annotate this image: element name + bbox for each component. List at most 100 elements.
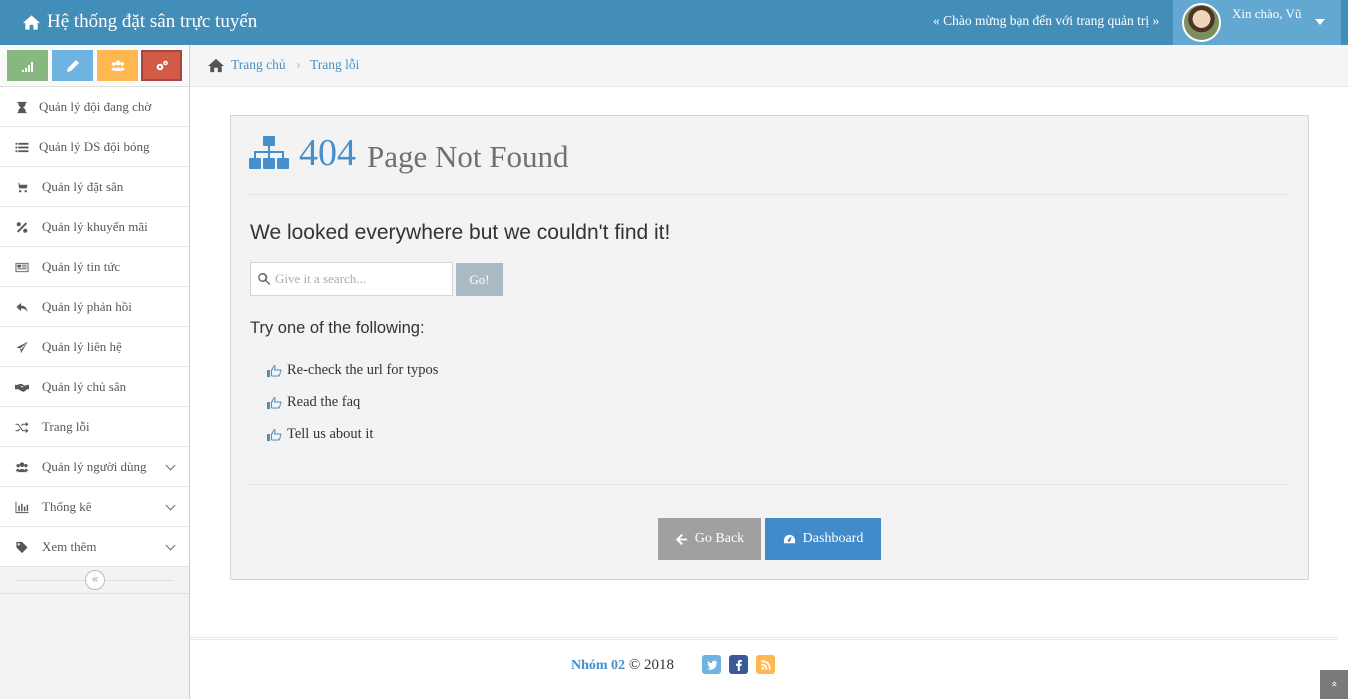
hourglass-icon — [14, 100, 29, 114]
sidebar-item-owners[interactable]: Quản lý chủ sân — [0, 367, 189, 407]
breadcrumb-home-link[interactable]: Trang chủ — [231, 57, 286, 73]
caret-down-icon — [1315, 19, 1325, 25]
error-container: 404 Page Not Found We looked everywhere … — [230, 115, 1309, 580]
avatar — [1182, 3, 1221, 42]
user-menu[interactable]: Xin chào, Vũ — [1173, 0, 1341, 45]
go-back-button[interactable]: Go Back — [658, 518, 761, 560]
chevron-down-icon — [165, 500, 176, 511]
suggestion-text: Read the faq — [287, 394, 361, 410]
sidebar-item-news[interactable]: Quản lý tin tức — [0, 247, 189, 287]
cart-icon — [14, 180, 29, 194]
sidebar-item-label: Quản lý liên hệ — [42, 338, 122, 354]
go-back-label: Go Back — [694, 531, 745, 546]
brand-title: Hệ thống đặt sân trực tuyến — [47, 11, 258, 32]
brand-link[interactable]: Hệ thống đặt sân trực tuyến — [22, 11, 257, 33]
search-icon — [258, 272, 271, 285]
rss-icon[interactable] — [756, 655, 775, 674]
sidebar-collapse-button[interactable]: « — [85, 570, 105, 590]
sidebar-item-label: Quản lý tin tức — [42, 258, 121, 274]
sidebar-item-feedback[interactable]: Quản lý phản hồi — [0, 287, 189, 327]
sidebar: Quản lý đội đang chờ Quản lý DS đội bóng… — [0, 45, 190, 699]
paper-plane-icon — [14, 340, 29, 354]
double-chevron-up-icon: » — [1326, 680, 1340, 688]
dashboard-button[interactable]: Dashboard — [765, 518, 881, 560]
sidebar-item-label: Quản lý DS đội bóng — [39, 138, 150, 154]
reply-icon — [14, 300, 29, 314]
percent-icon — [14, 220, 29, 234]
breadcrumb-separator: › — [296, 58, 301, 72]
breadcrumb-current-link[interactable]: Trang lỗi — [310, 57, 359, 73]
tag-icon — [14, 540, 29, 554]
chevron-down-icon — [165, 540, 176, 551]
sidebar-item-more[interactable]: Xem thêm — [0, 527, 189, 567]
divider — [249, 484, 1290, 485]
sidebar-item-label: Xem thêm — [42, 538, 97, 554]
signal-icon — [21, 61, 33, 72]
welcome-text: « Chào mừng bạn đến với trang quản trị » — [933, 13, 1160, 28]
search-box — [250, 262, 453, 296]
sidebar-item-statistics[interactable]: Thống kê — [0, 487, 189, 527]
sidebar-item-label: Quản lý phản hồi — [42, 298, 132, 314]
hand-right-icon — [267, 364, 282, 377]
users-icon — [110, 60, 125, 71]
sidebar-item-label: Trang lỗi — [42, 418, 90, 434]
chevron-down-icon — [165, 460, 176, 471]
error-title: Page Not Found — [367, 139, 569, 174]
home-icon — [22, 14, 41, 30]
sidebar-item-label: Quản lý khuyến mãi — [42, 218, 148, 234]
shortcut-stats-button[interactable] — [7, 50, 48, 81]
shortcut-edit-button[interactable] — [52, 50, 93, 81]
random-icon — [14, 420, 29, 434]
sidebar-item-label: Thống kê — [42, 498, 92, 514]
divider — [249, 194, 1290, 195]
sidebar-shortcuts — [0, 45, 189, 87]
home-icon — [208, 58, 224, 73]
error-code: 404 — [299, 132, 356, 174]
users-icon — [14, 460, 29, 474]
sidebar-item-label: Quản lý đặt sân — [42, 178, 124, 194]
bar-chart-icon — [14, 500, 29, 514]
list-item: Tell us about it — [266, 426, 373, 443]
sidebar-item-users[interactable]: Quản lý người dùng — [0, 447, 189, 487]
user-greeting: Xin chào, Vũ — [1232, 6, 1302, 21]
sidebar-item-contacts[interactable]: Quản lý liên hệ — [0, 327, 189, 367]
list-item: Re-check the url for typos — [266, 362, 438, 379]
footer-divider — [190, 637, 1337, 641]
scroll-to-top-button[interactable]: » — [1320, 670, 1348, 699]
search-go-button[interactable]: Go! — [456, 263, 503, 296]
suggestion-text: Re-check the url for typos — [287, 362, 439, 378]
list-item: Read the faq — [266, 394, 360, 411]
footer-team: Nhóm 02 — [571, 658, 626, 673]
list-icon — [14, 140, 29, 154]
top-navbar: Hệ thống đặt sân trực tuyến « Chào mừng … — [0, 0, 1348, 45]
sidebar-item-teams[interactable]: Quản lý DS đội bóng — [0, 127, 189, 167]
arrow-left-icon — [675, 533, 687, 545]
twitter-icon[interactable] — [702, 655, 721, 674]
footer-copyright: © 2018 — [628, 657, 674, 673]
error-message: We looked everywhere but we couldn't fin… — [250, 221, 671, 244]
handshake-icon — [14, 380, 29, 394]
facebook-icon[interactable] — [729, 655, 748, 674]
search-input[interactable] — [275, 263, 450, 295]
sidebar-item-label: Quản lý người dùng — [42, 458, 147, 474]
breadcrumb: Trang chủ › Trang lỗi — [190, 45, 1348, 87]
pencil-icon — [66, 59, 79, 72]
sidebar-item-promotions[interactable]: Quản lý khuyến mãi — [0, 207, 189, 247]
newspaper-icon — [14, 260, 29, 274]
sidebar-item-label: Quản lý chủ sân — [42, 378, 127, 394]
hand-right-icon — [267, 396, 282, 409]
suggestions-heading: Try one of the following: — [250, 319, 425, 337]
sidebar-item-pending-teams[interactable]: Quản lý đội đang chờ — [0, 87, 189, 127]
suggestion-text: Tell us about it — [287, 426, 374, 442]
shortcut-users-button[interactable] — [97, 50, 138, 81]
dashboard-label: Dashboard — [802, 531, 864, 546]
sidebar-item-error-page[interactable]: Trang lỗi — [0, 407, 189, 447]
hand-right-icon — [267, 428, 282, 441]
sidebar-collapse-row: « — [0, 567, 189, 594]
cogs-icon — [156, 60, 168, 70]
sidebar-item-bookings[interactable]: Quản lý đặt sân — [0, 167, 189, 207]
shortcut-settings-button[interactable] — [141, 50, 182, 81]
sitemap-icon — [249, 136, 289, 169]
tachometer-icon — [783, 534, 795, 543]
footer-text: Nhóm 02 © 2018 — [571, 657, 674, 674]
